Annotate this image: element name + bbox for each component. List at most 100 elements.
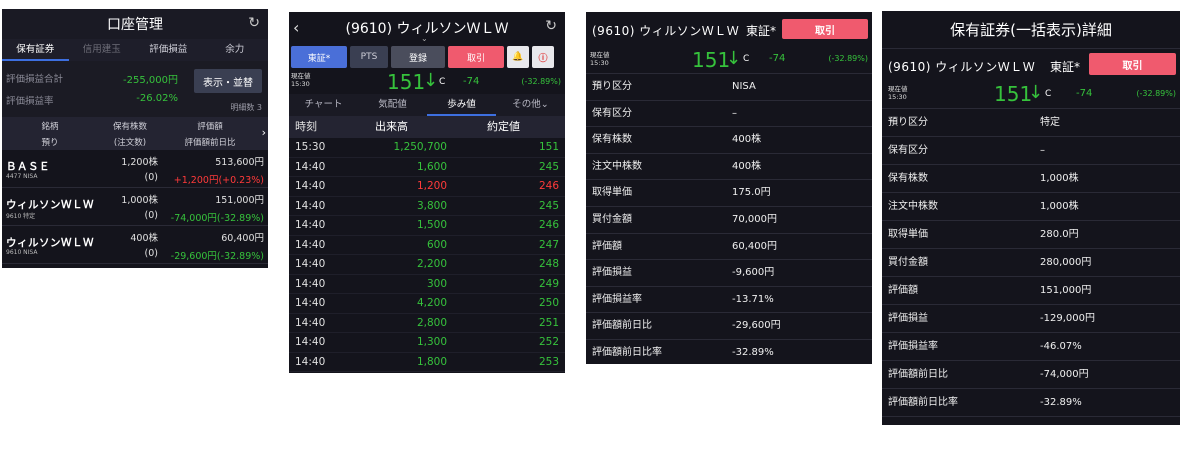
tick-price: 245 bbox=[538, 160, 559, 173]
table-row: 評価損益 -129,000円 bbox=[882, 305, 1180, 333]
price-change: -74 bbox=[1076, 88, 1093, 99]
detail-value: 400株 bbox=[732, 134, 762, 146]
tick-time: 14:40 bbox=[295, 258, 326, 270]
table-row: 評価額 151,000円 bbox=[882, 277, 1180, 305]
holding-qty: 1,200株 bbox=[121, 157, 158, 168]
detail-key: 注文中株数 bbox=[888, 201, 938, 212]
quote-toolbar: 東証* PTS 登録 取引 🔔 ⓘ bbox=[289, 44, 565, 70]
current-price: 151 bbox=[692, 48, 731, 72]
refresh-icon[interactable]: ↻ bbox=[248, 15, 260, 31]
col-stock: 銘柄 bbox=[41, 121, 59, 132]
market-tse-button[interactable]: 東証* bbox=[291, 46, 347, 68]
table-row: 14:40 1,600 245 bbox=[289, 158, 565, 177]
tick-price: 246 bbox=[538, 180, 559, 192]
holding-qty: 400株 bbox=[130, 233, 158, 244]
account-tabs: 保有証券 信用建玉 評価損益 余力 bbox=[2, 39, 268, 61]
holding-code: 4477 NISA bbox=[6, 173, 38, 180]
page-title: 保有証券(一括表示)詳細 bbox=[882, 11, 1180, 49]
tab-chart[interactable]: チャート bbox=[289, 94, 358, 116]
list-item[interactable]: ウィルソンＷＬＷ 9610 NISA 400株 (0) 60,400円 -29,… bbox=[2, 226, 268, 264]
holding-change: +1,200円(+0.23%) bbox=[173, 175, 264, 186]
detail-key: 取得単価 bbox=[592, 187, 632, 199]
col-order-qty: (注文数) bbox=[113, 137, 147, 148]
pnl-rate-label: 評価損益率 bbox=[6, 96, 54, 107]
table-row: 評価損益率 -46.07% bbox=[882, 333, 1180, 361]
list-item[interactable]: ウィルソンＷＬＷ 9610 特定 1,000株 (0) 151,000円 -74… bbox=[2, 188, 268, 226]
detail-key: 評価額 bbox=[888, 285, 918, 296]
back-icon[interactable]: ‹ bbox=[293, 18, 299, 37]
tab-board[interactable]: 気配値 bbox=[358, 94, 427, 116]
list-item[interactable]: ＢＡＳＥ 4477 NISA 1,200株 (0) 513,600円 +1,20… bbox=[2, 150, 268, 188]
detail-value: -13.71% bbox=[732, 293, 774, 305]
refresh-icon[interactable]: ↻ bbox=[545, 18, 557, 34]
holding-qty: 1,000株 bbox=[121, 195, 158, 206]
chevron-down-icon[interactable]: ⌄ bbox=[421, 34, 428, 43]
pnl-rate-value: -26.02% bbox=[136, 93, 178, 104]
tick-time: 14:40 bbox=[295, 355, 326, 368]
table-row: 保有株数 400株 bbox=[586, 127, 872, 154]
detail-key: 預り区分 bbox=[888, 117, 928, 128]
detail-value: -29,600円 bbox=[732, 320, 781, 332]
table-row: 保有区分 – bbox=[586, 101, 872, 128]
stock-name: (9610) ウィルソンＷＬＷ bbox=[888, 60, 1036, 74]
quote-header: ‹ (9610) ウィルソンＷＬＷ ⌄ ↻ bbox=[289, 12, 565, 44]
detail-value: 1,000株 bbox=[1040, 173, 1079, 184]
tab-pnl[interactable]: 評価損益 bbox=[135, 39, 202, 61]
account-panel: 口座管理 ↻ 保有証券 信用建玉 評価損益 余力 評価損益合計 -255,000… bbox=[2, 9, 268, 268]
tick-time: 14:40 bbox=[295, 297, 326, 309]
table-row: 14:40 2,200 248 bbox=[289, 255, 565, 275]
tab-other[interactable]: その他⌄ bbox=[496, 94, 565, 116]
table-row: 保有区分 – bbox=[882, 137, 1180, 165]
price-flag: C bbox=[1045, 89, 1052, 99]
tick-time: 14:40 bbox=[295, 219, 326, 231]
tick-volume: 4,200 bbox=[416, 297, 447, 309]
trade-button[interactable]: 取引 bbox=[782, 19, 868, 39]
table-row: 14:40 1,200 246 bbox=[289, 177, 565, 197]
bell-icon[interactable]: 🔔 bbox=[507, 46, 529, 68]
tab-margin[interactable]: 信用建玉 bbox=[69, 39, 136, 61]
col-value: 評価額 bbox=[197, 121, 223, 132]
stock-header: (9610) ウィルソンＷＬＷ 東証* 取引 bbox=[882, 49, 1180, 79]
detail-key: 預り区分 bbox=[592, 81, 632, 92]
chevron-down-icon: ⌄ bbox=[540, 99, 549, 110]
price-time: 15:30 bbox=[291, 80, 310, 88]
tick-price: 249 bbox=[538, 277, 559, 290]
tick-volume: 1,200 bbox=[416, 180, 447, 192]
tab-capacity[interactable]: 余力 bbox=[202, 39, 269, 61]
table-row: 14:40 600 247 bbox=[289, 236, 565, 255]
tick-price: 151 bbox=[538, 141, 559, 153]
info-icon[interactable]: ⓘ bbox=[532, 46, 554, 68]
detail-key: 評価損益率 bbox=[888, 341, 938, 352]
total-pnl-label: 評価損益合計 bbox=[6, 74, 64, 85]
quote-tabs: チャート 気配値 歩み値 その他⌄ bbox=[289, 94, 565, 116]
table-row: 14:40 4,200 250 bbox=[289, 294, 565, 314]
price-row: 現在値 15:30 151 ↓ C -74 (-32.89%) bbox=[586, 44, 872, 74]
detail-key: 評価損益 bbox=[592, 267, 632, 279]
tab-ticks[interactable]: 歩み値 bbox=[427, 94, 496, 116]
holdings-list: ＢＡＳＥ 4477 NISA 1,200株 (0) 513,600円 +1,20… bbox=[2, 150, 268, 264]
holdings-column-header: 銘柄 預り 保有株数 (注文数) 評価額 評価額前日比 › bbox=[2, 117, 268, 150]
page-title: 口座管理 bbox=[107, 17, 163, 33]
price-label: 現在値 bbox=[291, 72, 311, 80]
detail-key: 取得単価 bbox=[888, 229, 928, 240]
detail-key: 注文中株数 bbox=[592, 160, 642, 172]
trade-button[interactable]: 取引 bbox=[1089, 53, 1176, 75]
sort-button[interactable]: 表示・並替 bbox=[194, 69, 262, 93]
price-time: 15:30 bbox=[888, 93, 907, 101]
tab-holdings[interactable]: 保有証券 bbox=[2, 39, 69, 61]
detail-value: – bbox=[732, 107, 737, 119]
tick-price: 245 bbox=[538, 199, 559, 212]
tick-price: 247 bbox=[538, 238, 559, 251]
detail-value: 特定 bbox=[1040, 117, 1060, 128]
trade-button[interactable]: 取引 bbox=[448, 46, 504, 68]
register-button[interactable]: 登録 bbox=[391, 46, 445, 68]
arrow-down-icon: ↓ bbox=[726, 48, 742, 69]
holding-detail-nisa-panel: (9610) ウィルソンＷＬＷ 東証* 取引 現在値 15:30 151 ↓ C… bbox=[586, 12, 872, 364]
market-pts-button[interactable]: PTS bbox=[350, 46, 388, 68]
holding-value: 60,400円 bbox=[221, 233, 264, 244]
holding-name: ＢＡＳＥ bbox=[6, 161, 50, 173]
price-row: 現在値 15:30 151 ↓ C -74 (-32.89%) bbox=[289, 70, 565, 94]
holding-order: (0) bbox=[144, 248, 158, 259]
chevron-right-icon[interactable]: › bbox=[262, 126, 266, 139]
holding-change: -74,000円(-32.89%) bbox=[170, 213, 264, 224]
